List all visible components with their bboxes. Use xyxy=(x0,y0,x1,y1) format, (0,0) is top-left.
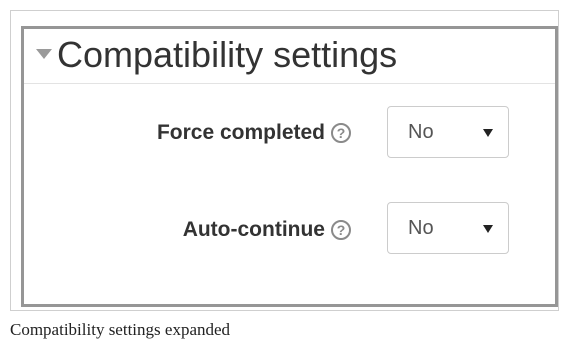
force-completed-select[interactable]: No xyxy=(387,106,509,158)
dropdown-arrow-icon xyxy=(483,129,493,137)
select-value: No xyxy=(408,217,434,239)
section-title[interactable]: Compatibility settings xyxy=(57,33,397,77)
compatibility-settings-fieldset: Compatibility settings Force completed ?… xyxy=(21,26,558,307)
auto-continue-label: Auto-continue xyxy=(182,218,325,241)
force-completed-label: Force completed xyxy=(156,121,325,144)
auto-continue-select[interactable]: No xyxy=(387,202,509,254)
section-header[interactable]: Compatibility settings xyxy=(24,29,555,84)
triangle-down-icon[interactable] xyxy=(36,49,52,59)
select-value: No xyxy=(408,121,434,143)
help-icon[interactable]: ? xyxy=(331,220,351,240)
screenshot-frame: Compatibility settings Force completed ?… xyxy=(10,10,559,311)
help-icon[interactable]: ? xyxy=(331,123,351,143)
figure-caption: Compatibility settings expanded xyxy=(10,320,231,339)
dropdown-arrow-icon xyxy=(483,225,493,233)
